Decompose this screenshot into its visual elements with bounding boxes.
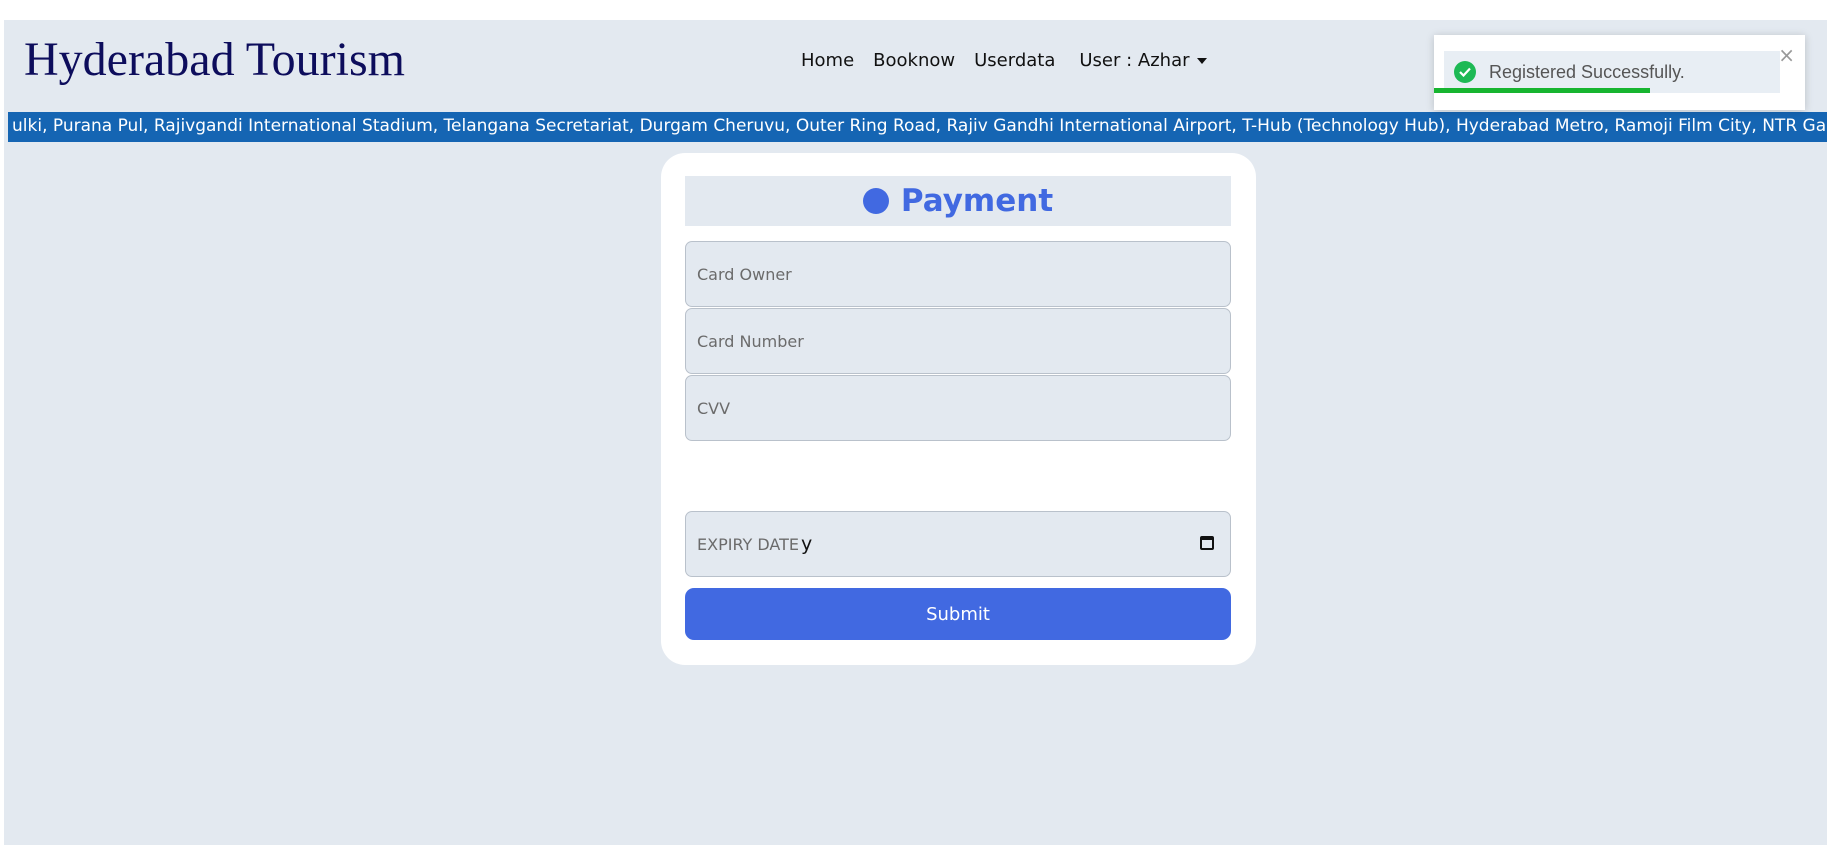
success-toast: Registered Successfully. × — [1434, 35, 1805, 110]
expiry-value: y — [801, 533, 813, 555]
card-owner-input[interactable] — [685, 241, 1231, 307]
user-dropdown[interactable]: User : Azhar — [1079, 50, 1207, 71]
submit-button[interactable]: Submit — [685, 588, 1231, 640]
payment-header: Payment — [685, 176, 1231, 226]
toast-progress-bar — [1434, 88, 1650, 93]
caret-down-icon — [1196, 57, 1207, 64]
site-brand[interactable]: Hyderabad Tourism — [24, 32, 405, 87]
toast-body: Registered Successfully. — [1444, 51, 1780, 93]
cvv-input[interactable] — [685, 375, 1231, 441]
user-label: User : Azhar — [1079, 50, 1190, 71]
payment-card: Payment EXPIRY DATE y Submit — [661, 153, 1256, 665]
card-number-input[interactable] — [685, 308, 1231, 374]
expiry-date-input[interactable]: EXPIRY DATE y — [685, 511, 1231, 577]
check-circle-icon — [1454, 61, 1476, 83]
checkmark-icon — [1459, 67, 1471, 77]
nav-userdata[interactable]: Userdata — [974, 50, 1055, 71]
marquee-text: ulki, Purana Pul, Rajivgandi Internation… — [12, 116, 1827, 136]
top-nav: Home Booknow Userdata User : Azhar — [801, 50, 1207, 71]
nav-booknow[interactable]: Booknow — [873, 50, 955, 71]
circle-icon — [862, 188, 889, 214]
expiry-placeholder: EXPIRY DATE — [697, 534, 800, 554]
page-background: Hyderabad Tourism Home Booknow Userdata … — [4, 20, 1827, 845]
payment-title: Payment — [900, 183, 1054, 219]
close-icon[interactable]: × — [1778, 45, 1795, 65]
nav-home[interactable]: Home — [801, 50, 854, 71]
places-marquee: ulki, Purana Pul, Rajivgandi Internation… — [8, 112, 1827, 142]
toast-message: Registered Successfully. — [1489, 61, 1685, 82]
calendar-icon[interactable] — [1200, 536, 1214, 550]
